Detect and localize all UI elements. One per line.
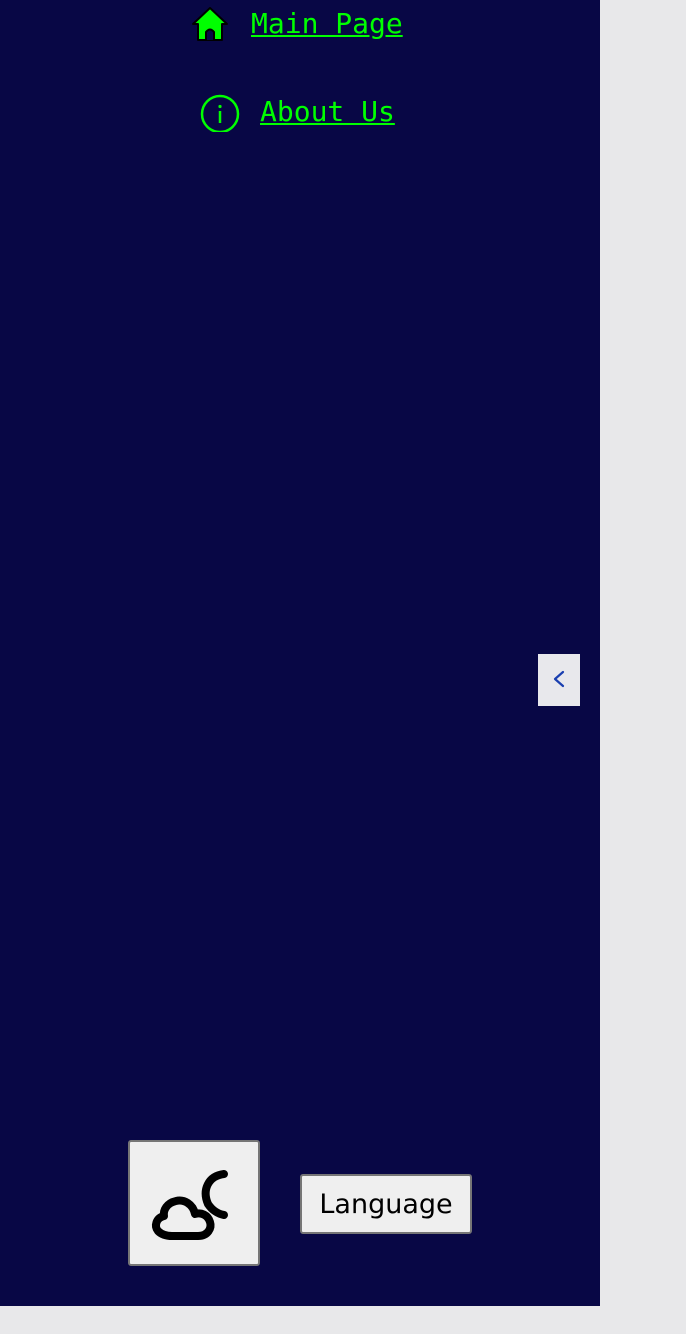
chevron-left-icon <box>551 667 567 694</box>
home-icon <box>190 4 230 44</box>
nav-label-main-page: Main Page <box>251 7 403 40</box>
theme-toggle-button[interactable] <box>128 1140 260 1266</box>
nav-link-about-us[interactable]: About Us <box>200 90 395 134</box>
language-button[interactable]: Language <box>300 1174 472 1234</box>
sidebar-collapse-button[interactable] <box>538 654 580 706</box>
info-icon <box>200 92 240 132</box>
nav-link-main-page[interactable]: Main Page <box>190 4 403 44</box>
cloud-moon-icon <box>146 1154 242 1253</box>
nav-label-about-us: About Us <box>260 95 395 128</box>
sidebar: Main Page About Us Language <box>0 0 600 1306</box>
